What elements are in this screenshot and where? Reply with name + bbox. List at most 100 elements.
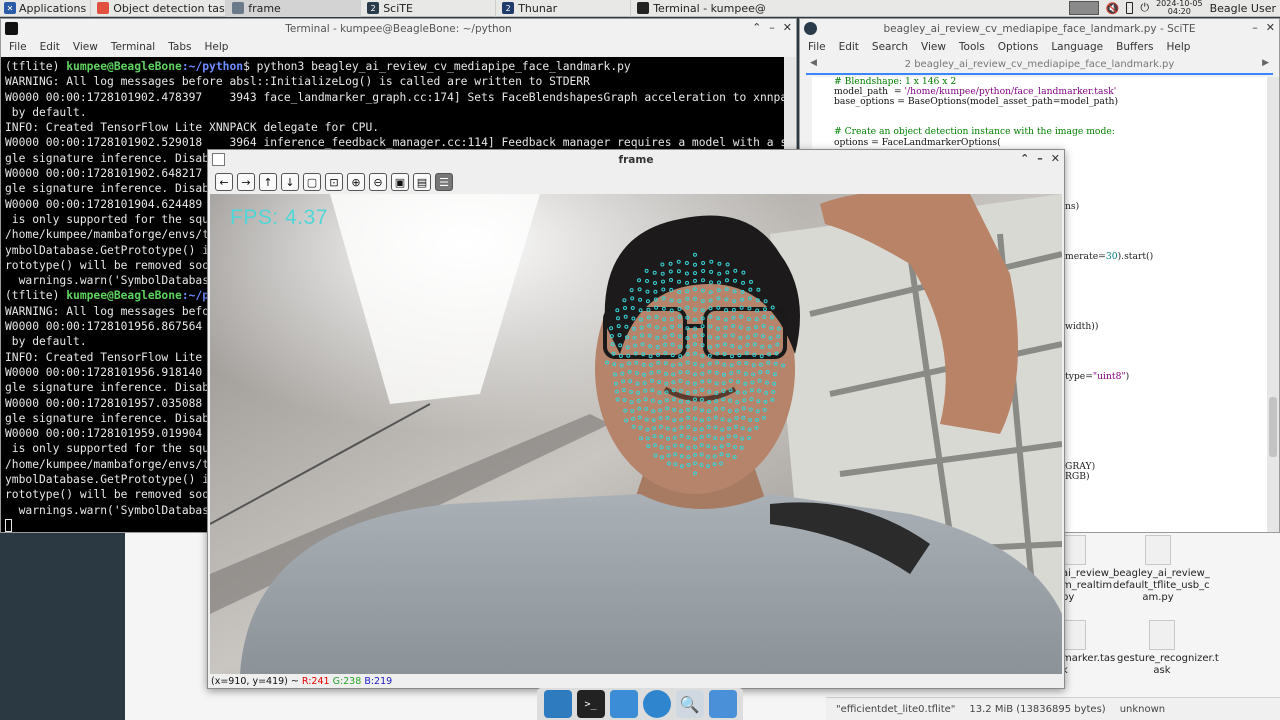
image-toolbar: ← → ↑ ↓ ▢ ⊡ ⊕ ⊖ ▣ ▤ ☰: [208, 170, 1064, 194]
menu-file[interactable]: File: [9, 41, 27, 53]
code-fragment: width)): [1065, 321, 1099, 332]
zoom-fit-icon[interactable]: ▢: [303, 173, 321, 191]
applications-menu[interactable]: ✕ Applications: [0, 0, 90, 17]
menu-edit[interactable]: Edit: [839, 41, 859, 53]
code-string: "uint8": [1092, 371, 1126, 382]
menu-terminal[interactable]: Terminal: [111, 41, 155, 53]
window-controls: – ✕: [1252, 21, 1275, 34]
pixel-green-value: G:238: [332, 676, 362, 687]
scite-window-icon: [804, 22, 817, 35]
file-manager-launcher-icon[interactable]: [609, 690, 638, 718]
arrow-down-icon[interactable]: ↓: [281, 173, 299, 191]
file-manager-statusbar: "efficientdet_lite0.tflite" 13.2 MiB (13…: [826, 697, 1280, 720]
arrow-left-icon[interactable]: ←: [215, 173, 233, 191]
minimize-button[interactable]: –: [1252, 21, 1258, 34]
menu-view[interactable]: View: [73, 41, 98, 53]
folder-launcher-icon[interactable]: [708, 690, 737, 718]
code-fragment: merate=30).start(): [1065, 251, 1153, 262]
zoom-original-icon[interactable]: ⊡: [325, 173, 343, 191]
camera-view[interactable]: FPS: 4.37: [210, 194, 1062, 674]
zoom-in-icon[interactable]: ⊕: [347, 173, 365, 191]
properties-icon[interactable]: ☰: [435, 173, 453, 191]
frame-window-icon: [212, 153, 225, 166]
camera-frame-image: [210, 194, 1062, 674]
clock[interactable]: 2024-10-05 04:20: [1156, 0, 1203, 16]
taskbar-item-terminal[interactable]: Terminal - kumpee@Be...: [630, 0, 765, 17]
terminal-titlebar[interactable]: Terminal - kumpee@BeagleBone: ~/python ⌃…: [1, 19, 796, 39]
user-menu[interactable]: Beagle User: [1210, 2, 1276, 15]
scite-title: beagley_ai_review_cv_mediapipe_face_land…: [883, 23, 1196, 35]
menu-help[interactable]: Help: [1166, 41, 1190, 53]
close-button[interactable]: ✕: [1051, 152, 1060, 165]
menu-tabs[interactable]: Tabs: [168, 41, 191, 53]
arrow-right-icon[interactable]: →: [237, 173, 255, 191]
menu-search[interactable]: Search: [872, 41, 908, 53]
show-desktop-icon[interactable]: [543, 690, 572, 718]
taskbar-item-label: Terminal - kumpee@Be...: [653, 1, 766, 15]
prompt-user: kumpee@BeagleBone: [66, 60, 182, 73]
browser-icon: [97, 2, 110, 14]
taskbar-item-label: SciTE: [383, 1, 413, 15]
web-browser-launcher-icon[interactable]: [642, 690, 671, 718]
close-button[interactable]: ✕: [783, 21, 792, 34]
menu-options[interactable]: Options: [998, 41, 1039, 53]
window-controls: ⌃ – ✕: [1020, 152, 1060, 165]
selected-file-type: unknown: [1119, 703, 1166, 715]
menu-buffers[interactable]: Buffers: [1116, 41, 1153, 53]
tab-scroll-right-icon[interactable]: ▶: [1262, 58, 1269, 68]
file-item[interactable]: beagley_ai_review_ default_tflite_usb_c …: [1113, 535, 1210, 604]
battery-icon[interactable]: [1126, 2, 1134, 14]
search-launcher-icon[interactable]: 🔍: [675, 690, 704, 718]
frame-titlebar[interactable]: frame ⌃ – ✕: [208, 150, 1064, 170]
arrow-up-icon[interactable]: ↑: [259, 173, 277, 191]
taskbar-item-scite[interactable]: 2 SciTE: [360, 0, 495, 17]
terminal-window-icon: [5, 22, 18, 35]
file-label: beagley_ai_review_ default_tflite_usb_c …: [1113, 568, 1210, 603]
close-button[interactable]: ✕: [1266, 21, 1275, 34]
prompt-command: $ python3 beagley_ai_review_cv_mediapipe…: [243, 60, 631, 73]
scite-scrollbar[interactable]: [1267, 77, 1279, 532]
code-token: ): [1125, 371, 1130, 382]
zoom-out-icon[interactable]: ⊖: [369, 173, 387, 191]
maximize-button[interactable]: –: [769, 21, 775, 34]
file-label: ai_review_ m_realtim py: [1062, 568, 1114, 603]
taskbar-item-browser[interactable]: Object detection task g...: [90, 0, 225, 17]
menu-view[interactable]: View: [921, 41, 946, 53]
volume-icon[interactable]: 🔇: [1106, 2, 1120, 15]
clock-time: 04:20: [1167, 7, 1191, 16]
fps-counter: FPS: 4.37: [230, 206, 328, 229]
minimize-button[interactable]: ⌃: [752, 21, 761, 34]
taskbar-item-frame[interactable]: frame: [225, 0, 361, 17]
scite-titlebar[interactable]: beagley_ai_review_cv_mediapipe_face_land…: [800, 19, 1279, 39]
code-fragment: RGB): [1065, 471, 1090, 482]
file-icon: [1149, 620, 1175, 650]
prompt-env: (tflite): [5, 289, 67, 303]
maximize-button[interactable]: ⌃: [1020, 152, 1029, 165]
scite-icon: 2: [367, 2, 380, 14]
menu-help[interactable]: Help: [204, 41, 228, 53]
menu-language[interactable]: Language: [1051, 41, 1103, 53]
tab-file[interactable]: 2 beagley_ai_review_cv_mediapipe_face_la…: [905, 59, 1175, 70]
code-fragment: ns): [1065, 201, 1080, 212]
pixel-red-value: R:241: [301, 676, 330, 687]
prompt-line: (tflite) kumpee@BeagleBone:~/python$ pyt…: [5, 59, 780, 74]
menu-file[interactable]: File: [808, 41, 826, 53]
copy-icon[interactable]: ▤: [413, 173, 431, 191]
menu-tools[interactable]: Tools: [959, 41, 985, 53]
save-icon[interactable]: ▣: [391, 173, 409, 191]
minimize-button[interactable]: –: [1037, 152, 1043, 165]
scite-tab-bar: ◀ 2 beagley_ai_review_cv_mediapipe_face_…: [806, 55, 1273, 75]
prompt-user: kumpee@BeagleBone: [66, 289, 182, 303]
terminal-launcher-icon[interactable]: >_: [576, 690, 605, 718]
menu-edit[interactable]: Edit: [40, 41, 60, 53]
file-item[interactable]: gesture_recognizer.t ask: [1117, 620, 1219, 677]
terminal-cursor: [5, 519, 12, 532]
workspace-switcher[interactable]: [1068, 1, 1099, 15]
power-icon[interactable]: ⏻: [1140, 1, 1149, 15]
tab-scroll-left-icon[interactable]: ◀: [810, 58, 817, 68]
taskbar-item-thunar[interactable]: 2 Thunar: [495, 0, 630, 17]
selected-file-name: "efficientdet_lite0.tflite": [836, 703, 956, 715]
scrollbar-thumb[interactable]: [1269, 397, 1277, 457]
cursor-position: (x=910, y=419) ~: [211, 676, 302, 687]
